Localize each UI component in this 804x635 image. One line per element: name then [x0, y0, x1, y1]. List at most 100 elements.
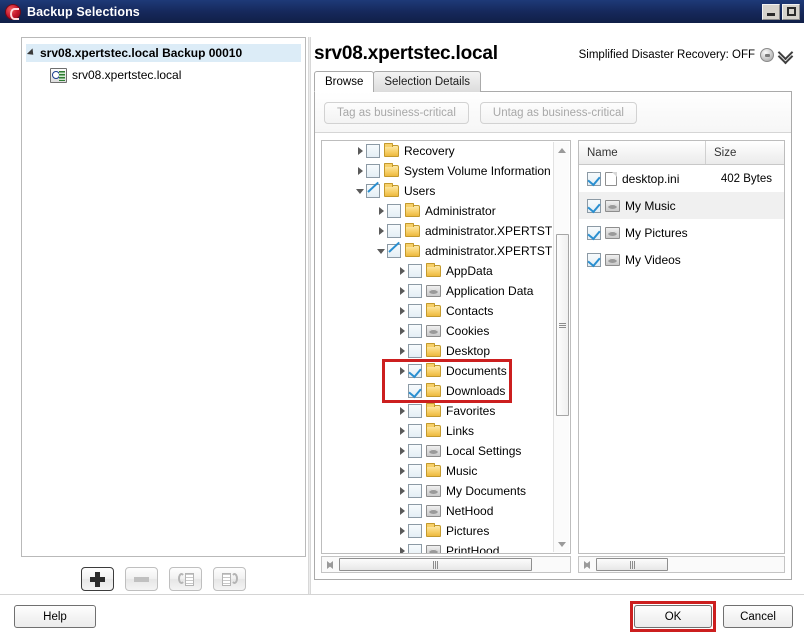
file-list-viewport[interactable]: Name Size desktop.ini 402 Bytes My Music My…	[578, 140, 785, 554]
tree-item-checkbox[interactable]	[408, 424, 422, 438]
remove-button[interactable]	[125, 567, 158, 591]
ok-button[interactable]: OK	[634, 605, 712, 628]
tree-item-users[interactable]: Users	[322, 181, 570, 201]
tree-item-checkbox[interactable]	[366, 144, 380, 158]
tree-item-checkbox[interactable]	[408, 324, 422, 338]
expand-collapse-icon[interactable]	[355, 161, 366, 181]
tree-item-checkbox[interactable]	[408, 344, 422, 358]
column-header-name[interactable]: Name	[579, 141, 706, 164]
folder-tree-viewport[interactable]: Recovery System Volume Information Users Ad…	[321, 140, 571, 554]
file-checkbox[interactable]	[587, 171, 601, 186]
expand-collapse-icon[interactable]	[355, 141, 366, 161]
expand-collapse-icon[interactable]	[397, 301, 408, 321]
tree-item-application-data[interactable]: Application Data	[322, 281, 570, 301]
tree-item-local-settings[interactable]: Local Settings	[322, 441, 570, 461]
table-row[interactable]: My Music	[579, 192, 784, 219]
tab-selection-details[interactable]: Selection Details	[373, 71, 482, 92]
tab-browse[interactable]: Browse	[314, 71, 375, 92]
cancel-button[interactable]: Cancel	[723, 605, 793, 628]
tree-vertical-scrollbar[interactable]	[553, 142, 569, 552]
tree-item-checkbox[interactable]	[387, 224, 401, 238]
tree-item-checkbox[interactable]	[387, 244, 401, 258]
expand-collapse-icon[interactable]	[397, 261, 408, 281]
scroll-up-icon[interactable]	[554, 142, 570, 158]
tree-item-checkbox[interactable]	[408, 404, 422, 418]
tree-item-documents[interactable]: Documents	[322, 361, 570, 381]
tree-item-nethood[interactable]: NetHood	[322, 501, 570, 521]
minimize-icon[interactable]	[762, 3, 780, 20]
file-checkbox[interactable]	[587, 198, 601, 213]
tree-scroll-thumb[interactable]	[556, 234, 569, 416]
tree-item-checkbox[interactable]	[408, 484, 422, 498]
expand-collapse-icon[interactable]	[397, 421, 408, 441]
tree-item-administrator-xpertst[interactable]: administrator.XPERTST	[322, 221, 570, 241]
scroll-down-icon[interactable]	[554, 536, 570, 552]
tree-item-checkbox[interactable]	[408, 304, 422, 318]
expand-collapse-icon[interactable]	[26, 48, 37, 58]
tree-item-pictures[interactable]: Pictures	[322, 521, 570, 541]
tree-root-backup-node[interactable]: srv08.xpertstec.local Backup 00010	[26, 44, 301, 62]
tree-item-checkbox[interactable]	[366, 164, 380, 178]
expand-collapse-icon[interactable]	[355, 181, 366, 201]
expand-collapse-icon[interactable]	[397, 521, 408, 541]
expand-collapse-icon[interactable]	[397, 541, 408, 553]
sdr-toggle-icon[interactable]	[760, 48, 774, 62]
tree-item-system-volume-information[interactable]: System Volume Information	[322, 161, 570, 181]
tree-item-checkbox[interactable]	[408, 284, 422, 298]
scroll-right-icon[interactable]	[579, 557, 595, 573]
tree-item-checkbox[interactable]	[408, 464, 422, 478]
expand-collapse-icon[interactable]	[397, 401, 408, 421]
tree-item-recovery[interactable]: Recovery	[322, 141, 570, 161]
refresh-list-button[interactable]	[169, 567, 202, 591]
table-row[interactable]: My Videos	[579, 246, 784, 273]
panel-splitter[interactable]	[308, 37, 311, 595]
expand-collapse-icon[interactable]	[397, 501, 408, 521]
maximize-icon[interactable]	[782, 3, 800, 20]
expand-collapse-icon[interactable]	[397, 461, 408, 481]
tree-item-my-documents[interactable]: My Documents	[322, 481, 570, 501]
tree-item-printhood[interactable]: PrintHood	[322, 541, 570, 553]
tree-item-checkbox[interactable]	[408, 504, 422, 518]
expand-collapse-icon[interactable]	[397, 341, 408, 361]
column-header-size[interactable]: Size	[706, 141, 784, 164]
tree-horizontal-scrollbar[interactable]	[321, 556, 571, 573]
list-horizontal-scrollbar[interactable]	[578, 556, 785, 573]
tree-item-administrator[interactable]: Administrator	[322, 201, 570, 221]
list-hscroll-thumb[interactable]	[596, 558, 668, 571]
reload-list-button[interactable]	[213, 567, 246, 591]
tree-item-links[interactable]: Links	[322, 421, 570, 441]
tree-item-checkbox[interactable]	[408, 364, 422, 378]
tree-item-checkbox[interactable]	[387, 204, 401, 218]
expand-collapse-icon[interactable]	[397, 441, 408, 461]
tree-item-checkbox[interactable]	[408, 264, 422, 278]
expand-collapse-icon[interactable]	[376, 241, 387, 261]
table-row[interactable]: desktop.ini 402 Bytes	[579, 165, 784, 192]
tree-item-checkbox[interactable]	[408, 384, 422, 398]
tree-item-checkbox[interactable]	[408, 544, 422, 553]
tree-item-appdata[interactable]: AppData	[322, 261, 570, 281]
tree-item-checkbox[interactable]	[408, 444, 422, 458]
tree-item-administrator-xpertst[interactable]: administrator.XPERTST	[322, 241, 570, 261]
expand-collapse-icon[interactable]	[376, 221, 387, 241]
file-checkbox[interactable]	[587, 252, 601, 267]
expand-collapse-icon[interactable]	[397, 281, 408, 301]
scroll-right-icon[interactable]	[322, 557, 338, 573]
tree-item-checkbox[interactable]	[366, 184, 380, 198]
tree-child-server-node[interactable]: srv08.xpertstec.local	[50, 65, 305, 85]
tree-item-music[interactable]: Music	[322, 461, 570, 481]
expand-collapse-icon[interactable]	[397, 361, 408, 381]
expand-collapse-icon[interactable]	[397, 321, 408, 341]
double-chevron-down-icon[interactable]	[779, 49, 792, 62]
expand-collapse-icon[interactable]	[376, 201, 387, 221]
tree-item-checkbox[interactable]	[408, 524, 422, 538]
tree-item-cookies[interactable]: Cookies	[322, 321, 570, 341]
tag-business-critical-button[interactable]: Tag as business-critical	[324, 102, 469, 124]
expand-collapse-icon[interactable]	[397, 481, 408, 501]
tree-item-downloads[interactable]: Downloads	[322, 381, 570, 401]
add-button[interactable]	[81, 567, 114, 591]
help-button[interactable]: Help	[14, 605, 96, 628]
file-checkbox[interactable]	[587, 225, 601, 240]
tree-item-favorites[interactable]: Favorites	[322, 401, 570, 421]
tree-hscroll-thumb[interactable]	[339, 558, 532, 571]
table-row[interactable]: My Pictures	[579, 219, 784, 246]
